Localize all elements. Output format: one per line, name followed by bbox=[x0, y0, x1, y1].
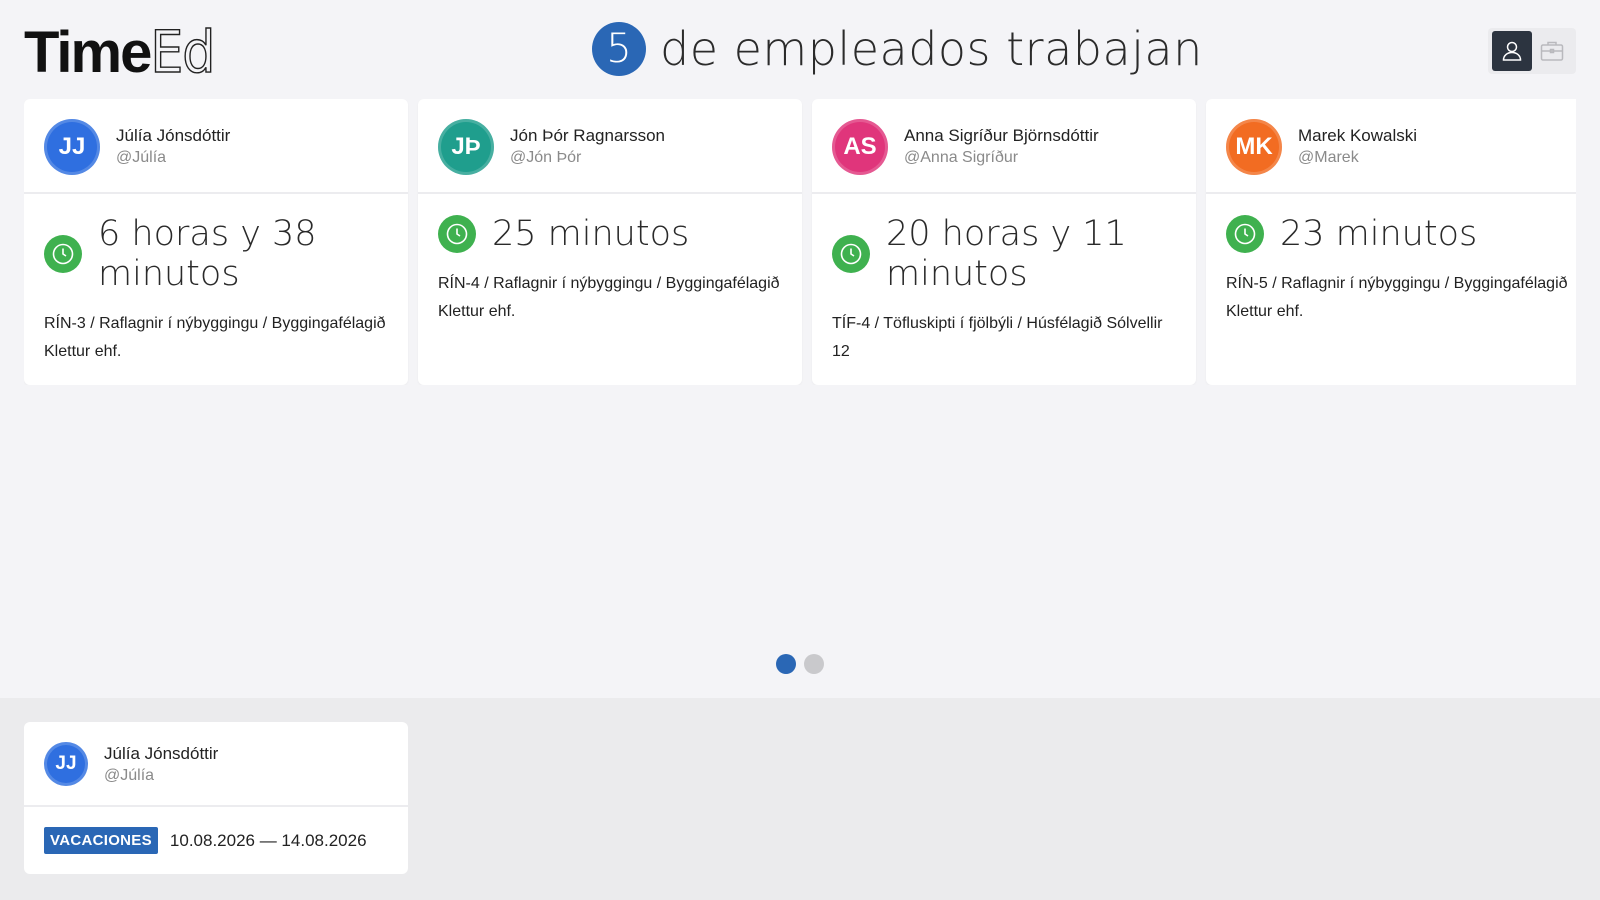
current-task: TÍF-4 / Töfluskipti í fjölbýli / Húsféla… bbox=[832, 315, 1163, 360]
employee-card[interactable]: MK Marek Kowalski @Marek 23 minutos RÍN-5 / … bbox=[1206, 99, 1576, 385]
employee-name: Júlía Jónsdóttir bbox=[104, 744, 219, 763]
carousel-pagination bbox=[776, 654, 832, 674]
working-status-indicator bbox=[1226, 215, 1264, 253]
employee-card-header: JÞ Jón Þór Ragnarsson @Jón Þór bbox=[418, 99, 802, 194]
user-icon bbox=[1502, 41, 1522, 61]
clock-icon bbox=[840, 243, 862, 265]
working-status-indicator bbox=[438, 215, 476, 253]
employee-card[interactable]: JÞ Jón Þór Ragnarsson @Jón Þór 25 minutos RÍ… bbox=[418, 99, 802, 385]
employee-name: Jón Þór Ragnarsson bbox=[510, 126, 665, 145]
work-duration: 6 horas y 38 minutos bbox=[98, 214, 317, 294]
employee-name: Júlía Jónsdóttir bbox=[116, 126, 231, 145]
avatar: JJ bbox=[44, 742, 88, 786]
logo-text-thin: Ed bbox=[150, 17, 217, 86]
employee-card-body: 23 minutos RÍN-5 / Raflagnir í nýbyggingu… bbox=[1206, 194, 1576, 326]
avatar: JÞ bbox=[438, 119, 494, 175]
app-logo: Time Ed bbox=[24, 17, 216, 86]
employee-handle: @Anna Sigríður bbox=[904, 149, 1019, 166]
avatar: AS bbox=[832, 119, 888, 175]
pagination-dot-1[interactable] bbox=[776, 654, 796, 674]
working-status-indicator bbox=[832, 235, 870, 273]
absence-type-badge: VACACIONES bbox=[44, 827, 158, 854]
employee-name: Marek Kowalski bbox=[1298, 126, 1418, 145]
clock-icon bbox=[52, 243, 74, 265]
pagination-dot-2[interactable] bbox=[804, 654, 824, 674]
logo-text-bold: Time bbox=[24, 20, 152, 85]
absence-card-body: VACACIONES 10.08.2026 — 14.08.2026 bbox=[24, 807, 408, 874]
absence-card[interactable]: JJ Júlía Jónsdóttir @Júlía VACACIONES 10.08.… bbox=[24, 722, 408, 874]
current-task: RÍN-5 / Raflagnir í nýbyggingu / Bygging… bbox=[1226, 275, 1568, 320]
employee-card-header: MK Marek Kowalski @Marek bbox=[1206, 99, 1576, 194]
headline-text: de empleados trabajan bbox=[660, 22, 1203, 76]
top-header: Time Ed 5 de empleados trabajan bbox=[0, 0, 1600, 98]
absences-section: JJ Júlía Jónsdóttir @Júlía VACACIONES 10.08.… bbox=[0, 698, 1600, 900]
clock-icon bbox=[446, 223, 468, 245]
work-duration: 20 horas y 11 minutos bbox=[886, 214, 1127, 294]
employees-view-button[interactable] bbox=[1492, 31, 1532, 71]
work-duration-row: 6 horas y 38 minutos bbox=[44, 214, 388, 294]
clock-icon bbox=[1234, 223, 1256, 245]
employee-card-body: 6 horas y 38 minutos RÍN-3 / Raflagnir í … bbox=[24, 194, 408, 366]
work-duration-row: 23 minutos bbox=[1226, 214, 1570, 254]
projects-view-button[interactable] bbox=[1532, 31, 1572, 71]
working-status-indicator bbox=[44, 235, 82, 273]
avatar: JJ bbox=[44, 119, 100, 175]
work-duration: 23 minutos bbox=[1280, 214, 1478, 254]
employee-handle: @Jón Þór bbox=[510, 149, 582, 166]
absence-dates: 10.08.2026 — 14.08.2026 bbox=[169, 830, 367, 850]
employee-name: Anna Sigríður Björnsdóttir bbox=[904, 126, 1099, 145]
working-employees-carousel: JJ Júlía Jónsdóttir @Júlía 6 horas y 38 min… bbox=[24, 99, 1576, 385]
absence-card-header: JJ Júlía Jónsdóttir @Júlía bbox=[24, 722, 408, 807]
employee-card-body: 20 horas y 11 minutos TÍF-4 / Töfluskipti… bbox=[812, 194, 1196, 366]
working-headline: 5 de empleados trabajan bbox=[592, 22, 1203, 76]
current-task: RÍN-4 / Raflagnir í nýbyggingu / Bygging… bbox=[438, 275, 780, 320]
employee-card-header: JJ Júlía Jónsdóttir @Júlía bbox=[24, 99, 408, 194]
avatar: MK bbox=[1226, 119, 1282, 175]
work-duration: 25 minutos bbox=[492, 214, 690, 254]
work-duration-row: 20 horas y 11 minutos bbox=[832, 214, 1176, 294]
work-duration-row: 25 minutos bbox=[438, 214, 782, 254]
employee-card[interactable]: AS Anna Sigríður Björnsdóttir @Anna Sigríð… bbox=[812, 99, 1196, 385]
current-task: RÍN-3 / Raflagnir í nýbyggingu / Bygging… bbox=[44, 315, 386, 360]
employee-card-body: 25 minutos RÍN-4 / Raflagnir í nýbyggingu… bbox=[418, 194, 802, 326]
employee-handle: @Júlía bbox=[116, 149, 167, 166]
employee-handle: @Júlía bbox=[104, 767, 155, 784]
employee-card[interactable]: JJ Júlía Jónsdóttir @Júlía 6 horas y 38 min… bbox=[24, 99, 408, 385]
employee-handle: @Marek bbox=[1298, 149, 1359, 166]
employee-card-header: AS Anna Sigríður Björnsdóttir @Anna Sigríð… bbox=[812, 99, 1196, 194]
working-count-badge: 5 bbox=[592, 22, 646, 76]
view-toggle bbox=[1488, 28, 1576, 74]
briefcase-icon bbox=[1540, 41, 1564, 61]
